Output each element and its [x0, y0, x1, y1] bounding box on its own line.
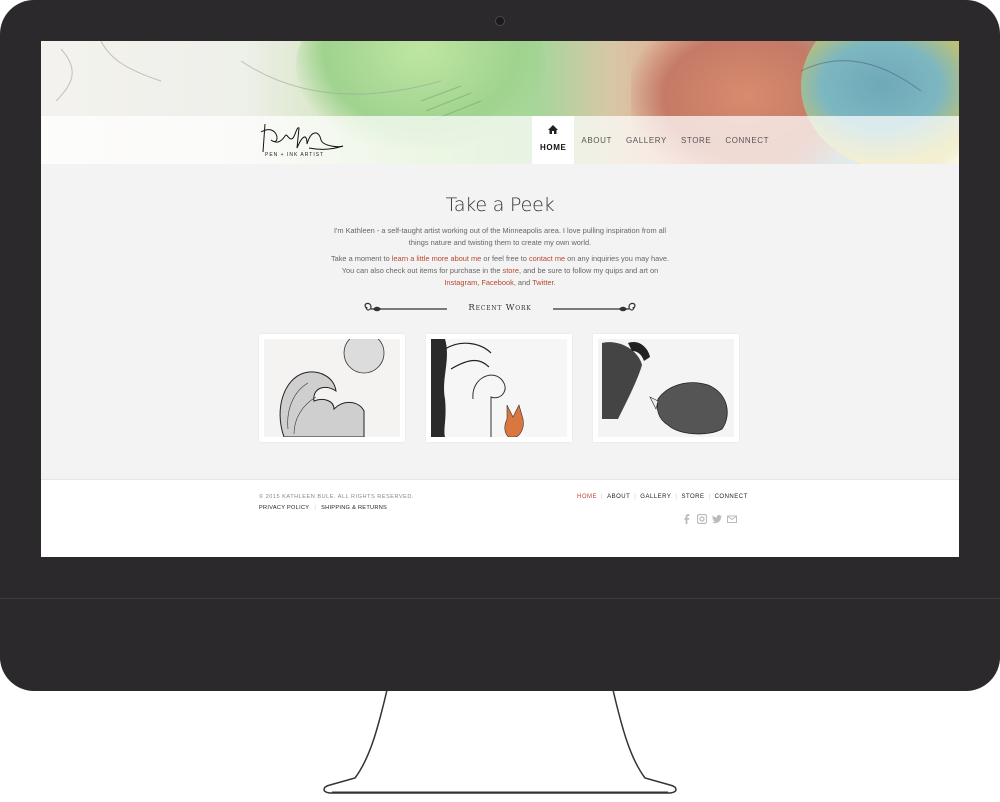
- nav-gallery[interactable]: GALLERY: [619, 116, 674, 164]
- logo-tagline: PEN + INK ARTIST: [265, 152, 325, 158]
- privacy-policy-link[interactable]: PRIVACY POLICY: [259, 505, 309, 511]
- footer-legal-links: PRIVACY POLICY | SHIPPING & RETURNS: [259, 505, 387, 511]
- text: , and be sure to follow my quips and art…: [518, 266, 659, 275]
- footer-nav: HOME | ABOUT | GALLERY | STORE | CONNECT: [577, 494, 748, 500]
- nav-store[interactable]: STORE: [674, 116, 718, 164]
- monitor-stand: [323, 689, 677, 794]
- falcon-illustration: [598, 339, 734, 437]
- camera-icon: [495, 16, 505, 26]
- nav-home[interactable]: HOME: [532, 116, 575, 164]
- site-footer: © 2015 KATHLEEN BULE. ALL RIGHTS RESERVE…: [41, 479, 959, 557]
- recent-work-divider: Recent Work: [359, 299, 641, 319]
- divider: |: [634, 494, 637, 500]
- facebook-link[interactable]: Facebook: [481, 278, 513, 287]
- instagram-icon[interactable]: [696, 511, 708, 525]
- contact-link[interactable]: contact me: [529, 254, 565, 263]
- hero-banner: PEN + INK ARTIST HOME ABOUT GALLERY STOR…: [41, 41, 959, 164]
- ornament-right: [553, 302, 636, 312]
- twitter-link[interactable]: Twitter: [532, 278, 553, 287]
- footer-nav-about[interactable]: ABOUT: [607, 494, 630, 500]
- text: .: [553, 278, 556, 287]
- website-screen: PEN + INK ARTIST HOME ABOUT GALLERY STOR…: [41, 41, 959, 557]
- social-icons: [682, 511, 737, 525]
- email-icon[interactable]: [727, 511, 737, 523]
- wave-illustration: [264, 339, 400, 437]
- gallery-thumbnail-wave[interactable]: [259, 334, 405, 442]
- shipping-returns-link[interactable]: SHIPPING & RETURNS: [321, 505, 387, 511]
- nav-connect[interactable]: CONNECT: [718, 116, 776, 164]
- divider: |: [675, 494, 678, 500]
- top-navbar: PEN + INK ARTIST HOME ABOUT GALLERY STOR…: [41, 116, 959, 164]
- about-link[interactable]: learn a little more about me: [392, 254, 482, 263]
- facebook-icon[interactable]: [682, 511, 692, 524]
- text: , and: [513, 278, 533, 287]
- nav-home-label: HOME: [540, 142, 567, 152]
- home-icon: [548, 125, 559, 134]
- footer-nav-home[interactable]: HOME: [577, 494, 597, 500]
- copyright-text: © 2015 KATHLEEN BULE. ALL RIGHTS RESERVE…: [259, 494, 414, 500]
- monitor-chin: [0, 598, 1000, 691]
- gallery-thumbnail-falcon[interactable]: [593, 334, 739, 442]
- text: or feel free to: [481, 254, 529, 263]
- divider: |: [601, 494, 604, 500]
- nav-about[interactable]: ABOUT: [574, 116, 619, 164]
- gallery-thumbnail-fox[interactable]: [426, 334, 572, 442]
- fox-illustration: [431, 339, 567, 437]
- text: Take a moment to: [330, 254, 392, 263]
- footer-nav-store[interactable]: STORE: [681, 494, 704, 500]
- twitter-icon[interactable]: [712, 511, 722, 524]
- links-paragraph: Take a moment to learn a little more abo…: [327, 253, 673, 289]
- instagram-link[interactable]: Instagram: [444, 278, 477, 287]
- store-link[interactable]: store: [503, 266, 519, 275]
- footer-nav-connect[interactable]: CONNECT: [715, 494, 748, 500]
- intro-paragraph: I'm Kathleen - a self-taught artist work…: [333, 226, 667, 247]
- main-nav: HOME ABOUT GALLERY STORE CONNECT: [532, 116, 776, 164]
- page-title: Take a Peek: [445, 194, 555, 216]
- divider: |: [314, 505, 317, 511]
- divider: |: [708, 494, 711, 500]
- footer-nav-gallery[interactable]: GALLERY: [640, 494, 671, 500]
